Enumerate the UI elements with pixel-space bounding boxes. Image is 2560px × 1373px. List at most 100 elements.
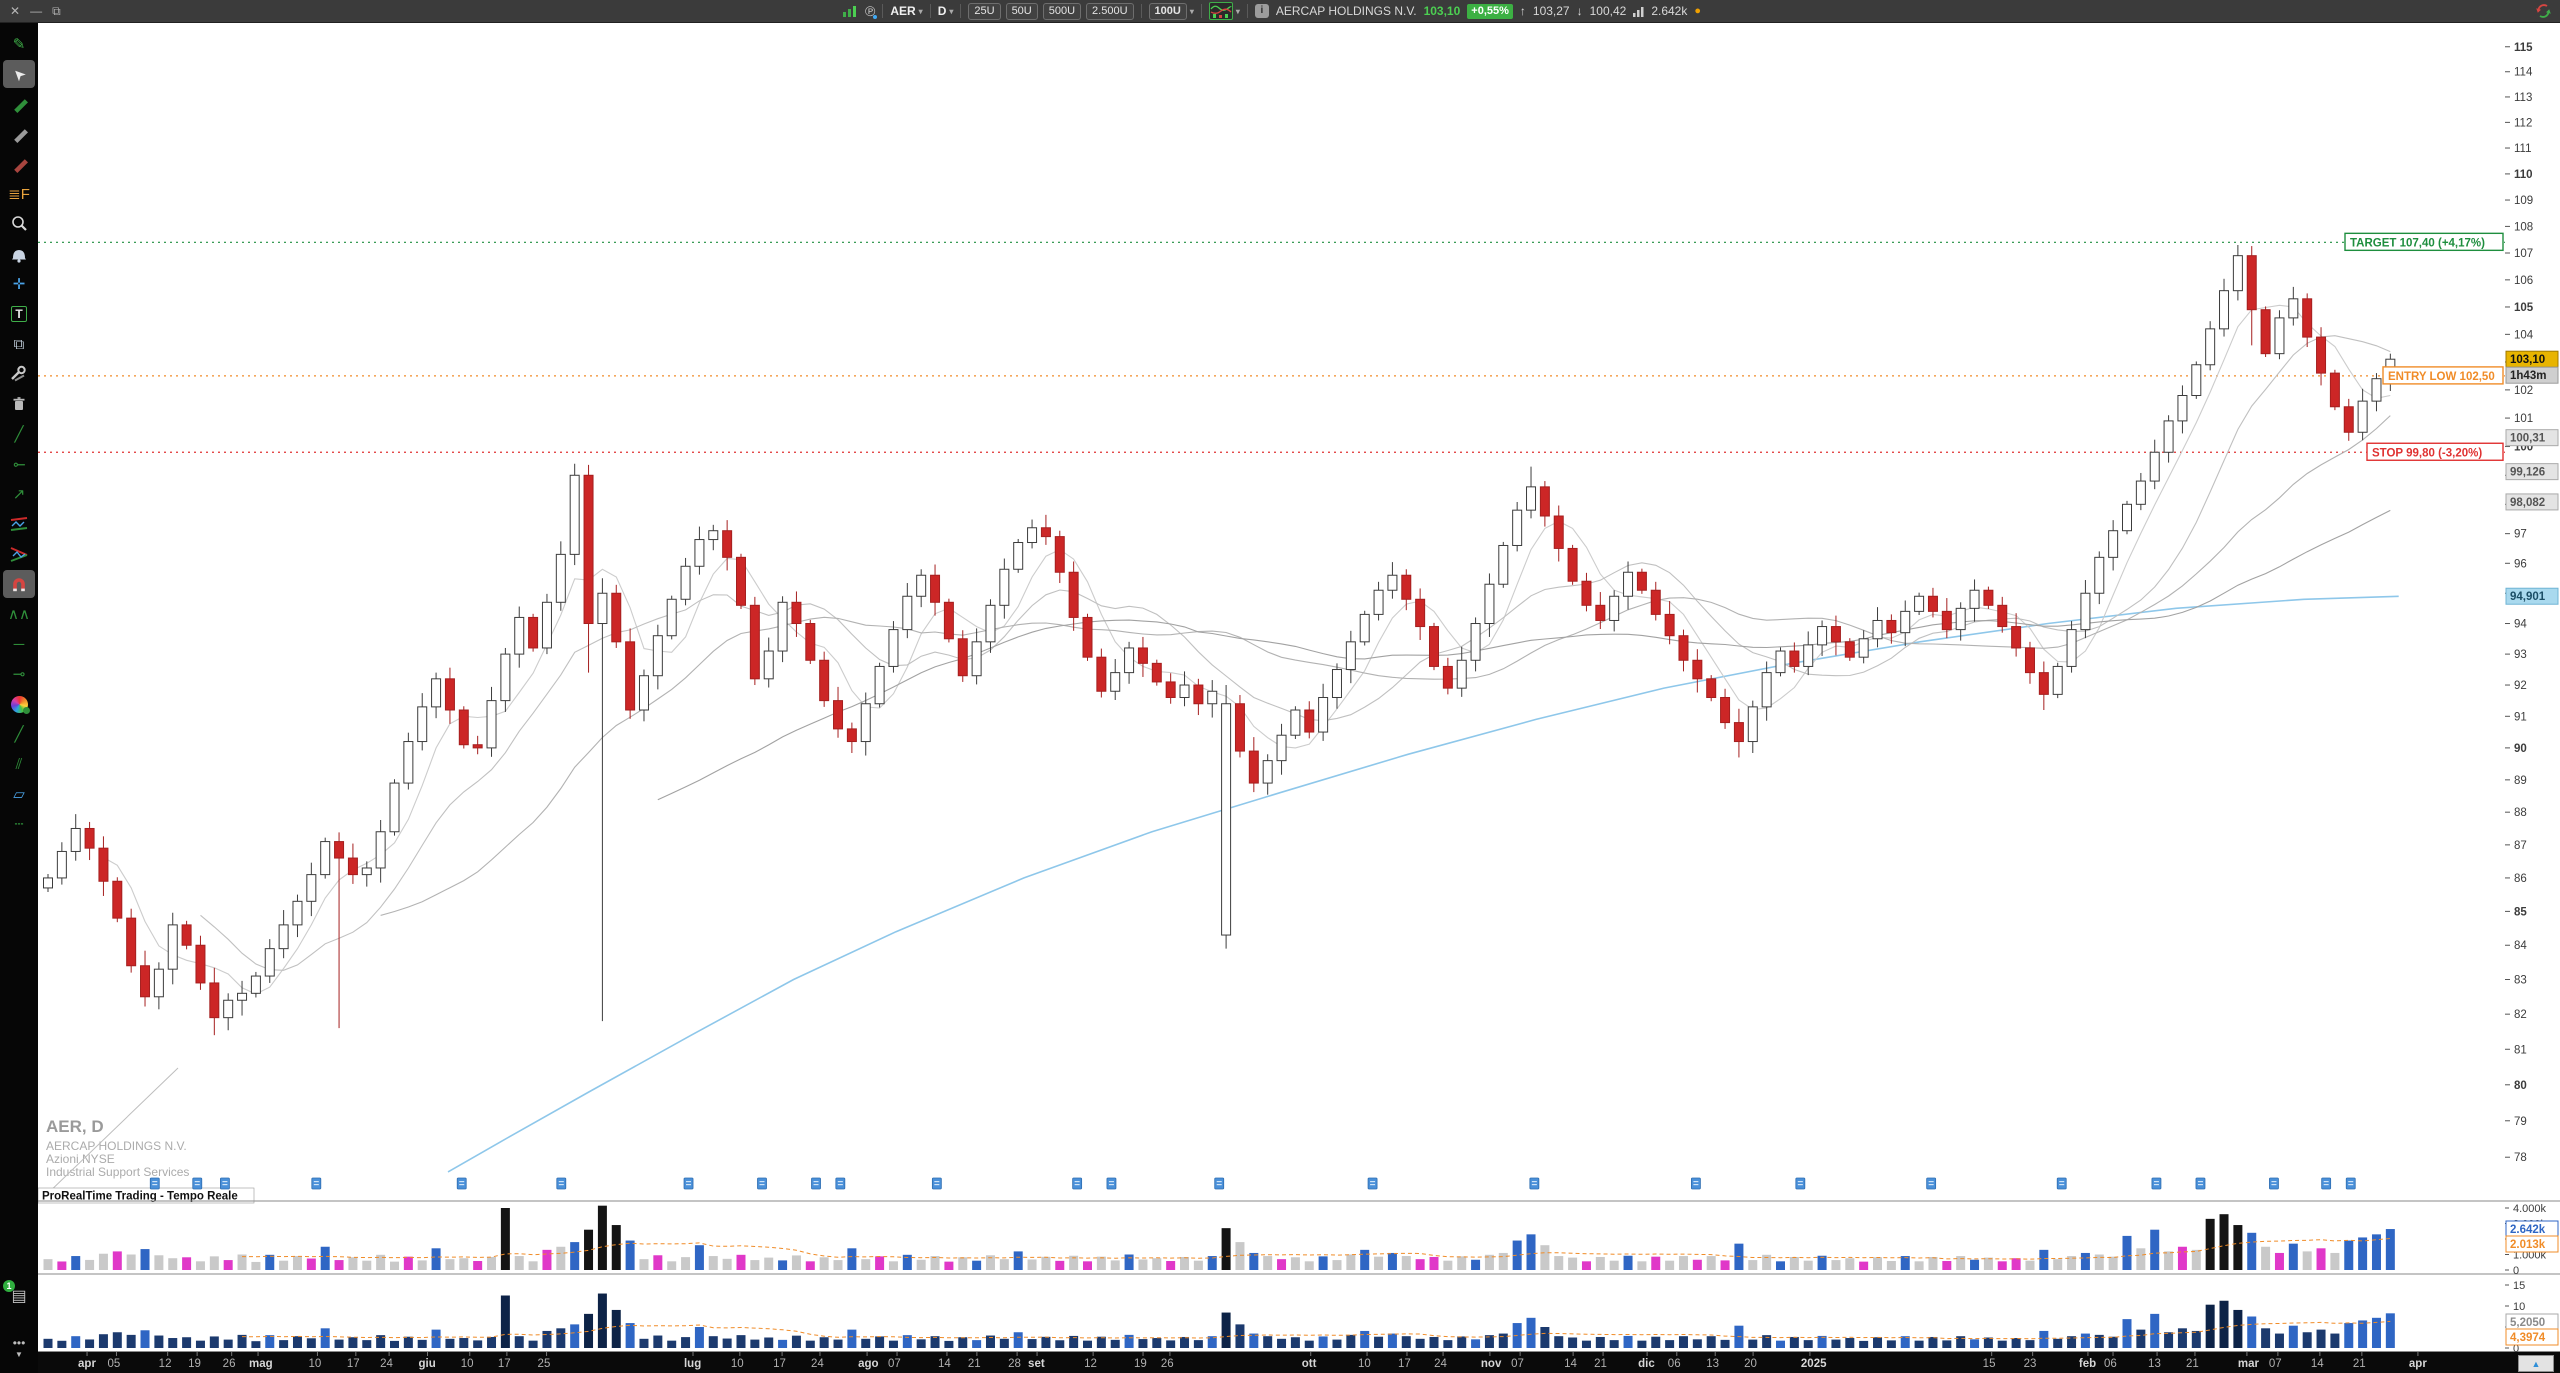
svg-text:14: 14 <box>1564 1358 1577 1370</box>
ruler-green-tool[interactable]: ▬ <box>3 90 35 118</box>
info-icon[interactable]: i <box>1255 4 1269 18</box>
svg-text:93: 93 <box>2514 649 2527 661</box>
cursor-tool[interactable]: ➤ <box>3 60 35 88</box>
svg-text:89: 89 <box>2514 775 2527 787</box>
svg-text:105: 105 <box>2514 302 2534 314</box>
svg-text:26: 26 <box>1161 1358 1174 1370</box>
delete-tool[interactable] <box>3 390 35 418</box>
chart-style-icon <box>1209 2 1233 20</box>
svg-text:giu: giu <box>419 1358 436 1370</box>
move-tool[interactable]: ✛ <box>3 270 35 298</box>
channel-tool[interactable] <box>3 510 35 538</box>
aggregation-dropdown[interactable]: 100U▾ <box>1149 3 1194 20</box>
price-chart[interactable]: AER, DAERCAP HOLDINGS N.V.Azioni NYSEInd… <box>0 0 2560 1373</box>
svg-text:21: 21 <box>2186 1358 2199 1370</box>
change-percent-badge: +0,55% <box>1467 4 1513 19</box>
dotted-line-tool[interactable]: ┄ <box>3 810 35 838</box>
svg-text:Industrial Support Services: Industrial Support Services <box>46 1165 189 1179</box>
svg-text:15: 15 <box>1983 1358 1996 1370</box>
svg-text:13: 13 <box>2148 1358 2161 1370</box>
svg-text:lug: lug <box>684 1358 701 1370</box>
timeframe-dropdown[interactable]: D▾ <box>938 4 954 18</box>
symbol-dropdown[interactable]: AER▾ <box>890 4 922 18</box>
alert-bell-tool[interactable] <box>3 240 35 268</box>
arrow-tool[interactable]: ↗ <box>3 480 35 508</box>
svg-text:115: 115 <box>2514 42 2533 54</box>
wedge-pattern-tool[interactable] <box>3 540 35 568</box>
svg-text:113: 113 <box>2514 92 2532 104</box>
svg-text:dic: dic <box>1638 1358 1655 1370</box>
peaks-pattern-tool[interactable]: ∧∧ <box>3 600 35 628</box>
svg-text:114: 114 <box>2514 67 2533 79</box>
workspace-badge[interactable]: ▤1 <box>4 1284 34 1310</box>
svg-text:21: 21 <box>1594 1358 1607 1370</box>
refresh-button[interactable] <box>2535 3 2552 22</box>
svg-text:25: 25 <box>538 1358 551 1370</box>
arrow-down-icon: ↓ <box>1577 4 1583 18</box>
chart-style-dropdown[interactable]: ▾ <box>1209 2 1240 20</box>
svg-text:83: 83 <box>2514 974 2527 986</box>
svg-text:10: 10 <box>308 1358 321 1370</box>
svg-text:AERCAP HOLDINGS N.V.: AERCAP HOLDINGS N.V. <box>46 1139 187 1153</box>
prorealtime-window: { "window": {"controls": ["✕","—","⧉"]},… <box>0 0 2560 1373</box>
chevron-down-icon: ▾ <box>949 7 953 16</box>
svg-text:STOP 99,80 (-3,20%): STOP 99,80 (-3,20%) <box>2372 447 2482 459</box>
fibonacci-tool[interactable]: ≣F <box>3 180 35 208</box>
copy-tool[interactable]: ⧉ <box>3 330 35 358</box>
svg-text:ago: ago <box>858 1358 878 1370</box>
color-wheel-tool[interactable] <box>3 690 35 718</box>
svg-text:108: 108 <box>2514 221 2533 233</box>
horizontal-segment-tool[interactable]: ⊸ <box>3 660 35 688</box>
svg-text:99,126: 99,126 <box>2510 467 2545 479</box>
unit-button-2.500U[interactable]: 2.500U <box>1086 3 1133 20</box>
zoom-tool[interactable] <box>3 210 35 238</box>
svg-text:26: 26 <box>223 1358 236 1370</box>
svg-text:apr: apr <box>78 1358 96 1370</box>
svg-text:14: 14 <box>938 1358 951 1370</box>
trendline-tool[interactable]: ╱ <box>3 420 35 448</box>
magnet-tool[interactable] <box>3 570 35 598</box>
minimize-icon[interactable]: — <box>30 0 42 22</box>
arrow-up-icon: ↑ <box>1520 4 1526 18</box>
unit-button-50U[interactable]: 50U <box>1006 3 1038 20</box>
horizontal-line-tool[interactable]: ─ <box>3 630 35 658</box>
parallelogram-tool[interactable]: ▱ <box>3 780 35 808</box>
svg-text:106: 106 <box>2514 275 2533 287</box>
svg-text:1h43m: 1h43m <box>2510 370 2546 382</box>
svg-text:86: 86 <box>2514 873 2527 885</box>
unit-button-500U[interactable]: 500U <box>1043 3 1081 20</box>
last-price: 103,10 <box>1424 4 1461 18</box>
svg-text:nov: nov <box>1481 1358 1502 1370</box>
svg-text:110: 110 <box>2514 169 2533 181</box>
entry-level-label: ENTRY LOW 102,50 <box>2383 367 2503 384</box>
segment-tool[interactable]: ⊸ <box>3 450 35 478</box>
unit-button-25U[interactable]: 25U <box>968 3 1000 20</box>
close-icon[interactable]: ✕ <box>10 0 20 22</box>
drawing-tools-sidebar: ✎➤▬▬▬≣F✛T⧉╱⊸↗∧∧─⊸╱⫽▱┄▤1•••▼ <box>0 22 38 1373</box>
settings-tools[interactable] <box>3 360 35 388</box>
svg-text:feb: feb <box>2079 1358 2096 1370</box>
draw-pencil-tool[interactable]: ✎ <box>3 30 35 58</box>
restore-icon[interactable]: ⧉ <box>52 0 61 22</box>
svg-text:103,10: 103,10 <box>2510 354 2545 366</box>
ruler-gray-tool[interactable]: ▬ <box>3 120 35 148</box>
more-tools-button[interactable]: •••▼ <box>4 1338 34 1360</box>
svg-text:94: 94 <box>2514 619 2527 631</box>
window-controls: ✕ — ⧉ <box>0 0 61 22</box>
jump-to-latest-button[interactable]: ▲ ▪▪▪▪ <box>2518 1355 2554 1372</box>
svg-text:85: 85 <box>2514 906 2527 918</box>
svg-text:21: 21 <box>968 1358 981 1370</box>
svg-text:20: 20 <box>1744 1358 1757 1370</box>
diagonal-line-tool[interactable]: ╱ <box>3 720 35 748</box>
svg-text:Azioni NYSE: Azioni NYSE <box>46 1152 115 1166</box>
svg-text:12: 12 <box>1084 1358 1097 1370</box>
svg-text:24: 24 <box>380 1358 393 1370</box>
ruler-red-tool[interactable]: ▬ <box>3 150 35 178</box>
parallel-lines-tool[interactable]: ⫽ <box>3 750 35 778</box>
instrument-name: AERCAP HOLDINGS N.V. <box>1276 4 1417 18</box>
prorealtime-logo-icon[interactable]: ℗ <box>865 3 875 19</box>
svg-text:set: set <box>1028 1358 1045 1370</box>
svg-text:97: 97 <box>2514 529 2527 541</box>
svg-text:24: 24 <box>1434 1358 1447 1370</box>
text-tool[interactable]: T <box>3 300 35 328</box>
